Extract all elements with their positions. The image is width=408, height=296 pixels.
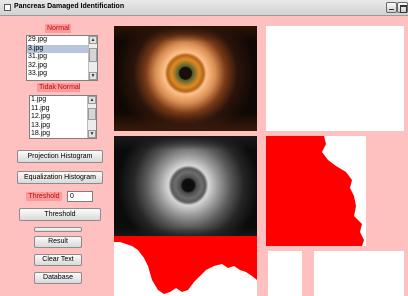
list-item[interactable]: 12.jpg <box>30 113 87 122</box>
normal-listbox[interactable]: 29.jpg 3.jpg 31.jpg 32.jpg 33.jpg ▲ ▼ <box>26 35 98 81</box>
text-output-panel <box>314 251 404 296</box>
grayscale-eye-image <box>114 136 257 241</box>
eyelid-bottom <box>114 113 257 131</box>
list-item[interactable]: 13.jpg <box>30 122 87 131</box>
scroll-down-icon[interactable]: ▼ <box>88 130 96 138</box>
scroll-thumb[interactable] <box>88 108 96 120</box>
list-item[interactable]: 1.jpg <box>30 96 87 105</box>
list-item[interactable]: 33.jpg <box>27 70 88 79</box>
vertical-histogram-fill <box>266 136 364 246</box>
tidak-normal-listbox[interactable]: 1.jpg 11.jpg 12.jpg 13.jpg 18.jpg ▲ ▼ <box>29 95 97 139</box>
list-item[interactable]: 29.jpg <box>27 36 88 45</box>
threshold-input[interactable]: 0 <box>67 191 93 202</box>
clear-text-button[interactable]: Clear Text <box>34 254 82 266</box>
result-button[interactable]: Result <box>34 236 82 248</box>
horizontal-projection-histogram <box>114 236 257 296</box>
normal-label: Normal <box>45 24 71 33</box>
database-button[interactable]: Database <box>34 272 82 284</box>
tidak-normal-list-items: 1.jpg 11.jpg 12.jpg 13.jpg 18.jpg <box>30 96 87 138</box>
list-item[interactable]: 18.jpg <box>30 130 87 138</box>
app-window: Pancreas Damaged Identification Normal 2… <box>0 0 408 296</box>
scroll-thumb[interactable] <box>89 48 97 62</box>
normal-scrollbar[interactable]: ▲ ▼ <box>88 36 97 80</box>
threshold-button[interactable]: Threshold <box>19 208 101 221</box>
eyelid-top <box>114 26 257 42</box>
window-title: Pancreas Damaged Identification <box>14 3 125 10</box>
list-item[interactable]: 11.jpg <box>30 105 87 114</box>
list-item[interactable]: 3.jpg <box>27 44 88 53</box>
list-item[interactable]: 31.jpg <box>27 53 88 62</box>
hidden-button[interactable] <box>34 227 82 232</box>
projection-histogram-button[interactable]: Projection Histogram <box>17 150 103 163</box>
horizontal-histogram-fill <box>114 236 257 294</box>
minimize-icon[interactable] <box>386 2 397 13</box>
equalization-histogram-button[interactable]: Equalization Histogram <box>17 171 103 184</box>
title-bar[interactable]: Pancreas Damaged Identification <box>0 0 408 16</box>
horizontal-histogram-svg <box>114 236 257 294</box>
list-item[interactable]: 32.jpg <box>27 62 88 71</box>
app-icon <box>4 4 11 11</box>
result-image-panel <box>266 26 404 131</box>
tidak-normal-label: Tidak Normal <box>37 83 81 92</box>
small-output-panel <box>268 251 302 296</box>
main-area: Normal 29.jpg 3.jpg 31.jpg 32.jpg 33.jpg ▲ ▼… <box>0 16 408 296</box>
vertical-projection-histogram <box>266 136 366 246</box>
vertical-histogram-svg <box>266 136 364 246</box>
tidak-normal-scrollbar[interactable]: ▲ ▼ <box>87 96 96 138</box>
restore-icon[interactable] <box>397 2 408 13</box>
original-eye-image <box>114 26 257 131</box>
threshold-label: Threshold <box>26 192 62 201</box>
scroll-down-icon[interactable]: ▼ <box>89 72 97 80</box>
eyelid-top <box>114 136 257 150</box>
scroll-up-icon[interactable]: ▲ <box>89 36 97 44</box>
normal-list-items: 29.jpg 3.jpg 31.jpg 32.jpg 33.jpg <box>27 36 88 80</box>
scroll-up-icon[interactable]: ▲ <box>88 96 96 104</box>
